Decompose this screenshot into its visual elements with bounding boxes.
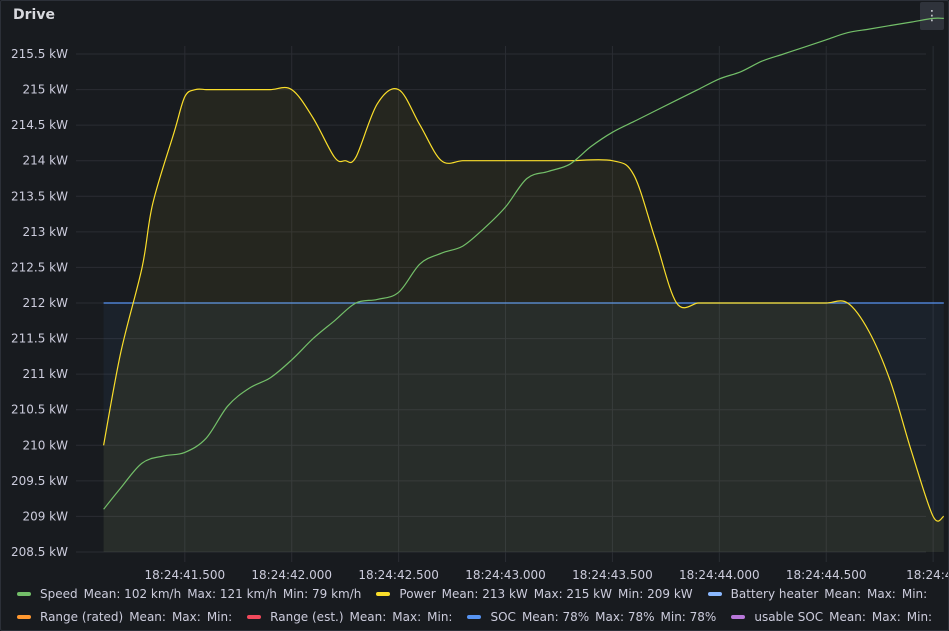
legend-stat: Max: 215 kW [533,587,612,601]
legend-stat: Max: [871,610,901,624]
legend-stat: Mean: [829,610,866,624]
legend-stat: Mean: 102 km/h [83,587,182,601]
legend-name: Speed [40,587,78,601]
legend-item-speed[interactable]: Speed Mean: 102 km/h Max: 121 km/h Min: 79 … [17,587,367,601]
x-axis-ticks: 18:24:41.500 18:24:42.000 18:24:42.500 18:2… [145,568,948,582]
y-tick-label: 214.5 kW [11,118,68,132]
y-tick-label: 213.5 kW [11,189,68,203]
legend-row: Range (rated) Mean: Max: Min: Range (est.) Me… [17,608,947,626]
legend-stat: Max: 78% [595,610,655,624]
x-tick-label: 18:24:42.000 [251,568,332,582]
drive-panel: Drive ⋮ 215.5 kW 215 kW 214.5 kW 214 kW 213.… [0,0,949,631]
legend-stat: Min: [206,610,233,624]
legend-item-power[interactable]: Power Mean: 213 kW Max: 215 kW Min: 209 kW [376,587,698,601]
y-tick-label: 215 kW [22,83,68,97]
power-series-area [103,87,944,552]
y-tick-label: 213 kW [22,225,68,239]
time-series-chart[interactable]: 215.5 kW 215 kW 214.5 kW 214 kW 213.5 kW 213 … [1,1,948,591]
legend-stat: Max: [867,587,896,601]
y-tick-label: 212 kW [22,296,68,310]
x-tick-label: 18:24:44.000 [679,568,760,582]
legend-stat: Mean: 78% [521,610,590,624]
legend-swatch [376,592,391,596]
legend-name: SOC [490,610,516,624]
y-tick-label: 214 kW [22,154,68,168]
legend-swatch [247,615,262,619]
legend-stat: Max: [171,610,201,624]
legend-stat: Min: [906,610,933,624]
legend-swatch [467,615,482,619]
x-tick-label: 18:24:43.500 [572,568,653,582]
y-tick-label: 211 kW [22,367,68,381]
legend-swatch [17,592,31,596]
y-axis-ticks: 215.5 kW 215 kW 214.5 kW 214 kW 213.5 kW 213 … [11,47,68,559]
y-tick-label: 211.5 kW [11,332,68,346]
legend-stat: Mean: [129,610,166,624]
y-tick-label: 210 kW [22,438,68,452]
legend-stat: Max: [392,610,422,624]
legend-stat: Min: 209 kW [617,587,693,601]
legend-item-range-rated[interactable]: Range (rated) Mean: Max: Min: [17,610,238,624]
legend-stat: Min: 78% [660,610,717,624]
legend-stat: Min: 79 km/h [282,587,362,601]
x-tick-label: 18:24:44.500 [786,568,867,582]
y-tick-label: 215.5 kW [11,47,68,61]
legend-swatch [707,592,722,596]
y-tick-label: 209 kW [22,509,68,523]
legend-name: Range (est.) [270,610,344,624]
legend-stat: Max: 121 km/h [187,587,277,601]
y-tick-label: 212.5 kW [11,260,68,274]
legend-swatch [731,615,746,619]
y-tick-label: 209.5 kW [11,474,68,488]
legend-item-range-est[interactable]: Range (est.) Mean: Max: Min: [247,610,458,624]
legend-stat: Mean: 213 kW [441,587,528,601]
y-tick-label: 208.5 kW [11,545,68,559]
x-tick-label: 18:24:45 [906,568,948,582]
x-tick-label: 18:24:41.500 [145,568,226,582]
legend-stat: Min: [427,610,453,624]
legend-item-battery-heater[interactable]: Battery heater Mean: Max: Min: [707,587,934,601]
legend-name: Power [399,587,436,601]
legend-name: Battery heater [730,587,819,601]
legend-name: usable SOC [754,610,824,624]
legend-stat: Mean: [349,610,387,624]
chart-series [103,17,945,552]
legend-row: Speed Mean: 102 km/h Max: 121 km/h Min: 79 … [17,585,942,603]
legend-item-soc[interactable]: SOC Mean: 78% Max: 78% Min: 78% [467,610,722,624]
legend-stat: Mean: [824,587,861,601]
x-tick-label: 18:24:43.000 [465,568,546,582]
legend-item-usable-soc[interactable]: usable SOC Mean: Max: Min: [731,610,938,624]
legend-name: Range (rated) [40,610,124,624]
legend-swatch [17,615,31,619]
y-tick-label: 210.5 kW [11,403,68,417]
x-tick-label: 18:24:42.500 [358,568,439,582]
legend-stat: Min: [901,587,928,601]
